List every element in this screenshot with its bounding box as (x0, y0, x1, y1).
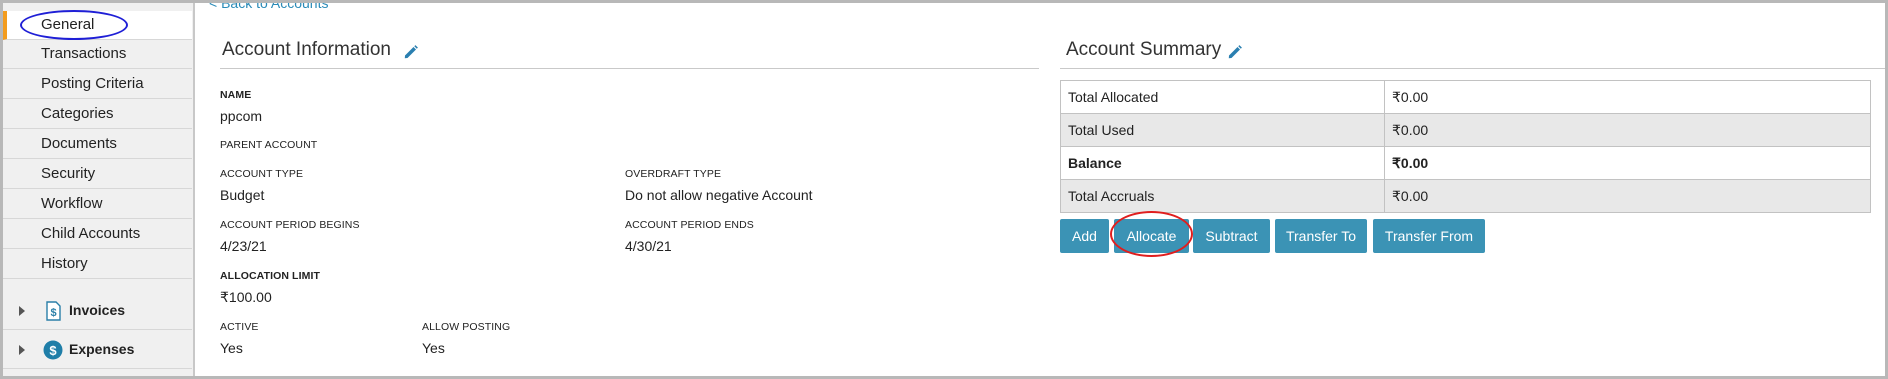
summary-value: ₹0.00 (1384, 113, 1871, 147)
sidebar-item-transactions[interactable]: Transactions (3, 40, 192, 69)
sidebar-item-label: History (41, 255, 88, 272)
summary-value: ₹0.00 (1384, 146, 1871, 180)
table-row: Balance ₹0.00 (1060, 146, 1871, 180)
period-begins-label: ACCOUNT PERIOD BEGINS (220, 219, 360, 231)
name-value: ppcom (220, 108, 263, 124)
parent-account-label: PARENT ACCOUNT (220, 139, 318, 151)
allocation-limit-value: ₹100.00 (220, 289, 272, 305)
transfer-from-button[interactable]: Transfer From (1373, 219, 1485, 253)
edit-pencil-icon[interactable] (1227, 44, 1243, 60)
table-row: Total Accruals ₹0.00 (1060, 179, 1871, 213)
allow-posting-label: ALLOW POSTING (422, 321, 511, 333)
expand-triangle-icon[interactable] (19, 306, 25, 316)
annotation-ellipse-blue (20, 10, 128, 40)
invoice-icon: $ (46, 301, 61, 321)
sidebar-item-label: Child Accounts (41, 225, 141, 242)
edit-pencil-icon[interactable] (403, 44, 419, 60)
sidebar-item-history[interactable]: History (3, 250, 192, 279)
annotation-ellipse-red (1110, 211, 1193, 257)
sidebar-section-label: Invoices (69, 302, 126, 318)
table-row: Total Used ₹0.00 (1060, 113, 1871, 147)
allocation-limit-label: ALLOCATION LIMIT (220, 270, 320, 282)
account-type-value: Budget (220, 187, 265, 203)
sidebar-item-label: Posting Criteria (41, 75, 144, 92)
sidebar-item-label: Documents (41, 135, 117, 152)
period-ends-value: 4/30/21 (625, 238, 672, 254)
subtract-button[interactable]: Subtract (1193, 219, 1270, 253)
summary-label: Total Used (1060, 113, 1385, 147)
summary-label: Total Allocated (1060, 80, 1385, 114)
svg-text:$: $ (49, 343, 57, 358)
account-type-label: ACCOUNT TYPE (220, 168, 304, 180)
sidebar-item-posting-criteria[interactable]: Posting Criteria (3, 70, 192, 99)
dollar-icon: $ (43, 340, 63, 360)
sidebar-item-child-accounts[interactable]: Child Accounts (3, 220, 192, 249)
sidebar-section-label: Expenses (69, 341, 135, 357)
account-summary-table: Total Allocated ₹0.00 Total Used ₹0.00 B… (1060, 80, 1871, 213)
sidebar: General Transactions Posting Criteria Ca… (3, 3, 195, 376)
sidebar-item-categories[interactable]: Categories (3, 100, 192, 129)
sidebar-item-label: Workflow (41, 195, 103, 212)
sidebar-section-expenses[interactable]: $ Expenses (3, 331, 192, 369)
summary-label: Total Accruals (1060, 179, 1385, 213)
account-information-title: Account Information (222, 39, 391, 60)
active-label: ACTIVE (220, 321, 259, 333)
app-frame: General Transactions Posting Criteria Ca… (0, 0, 1888, 379)
allow-posting-value: Yes (422, 340, 445, 356)
summary-value: ₹0.00 (1384, 179, 1871, 213)
sidebar-item-label: Transactions (41, 45, 127, 62)
section-divider (1060, 68, 1885, 69)
expand-triangle-icon[interactable] (19, 345, 25, 355)
sidebar-item-label: Categories (41, 105, 114, 122)
sidebar-item-documents[interactable]: Documents (3, 130, 192, 159)
overdraft-type-value: Do not allow negative Account (625, 187, 813, 203)
sidebar-item-security[interactable]: Security (3, 160, 192, 189)
name-label: NAME (220, 89, 252, 101)
back-to-accounts-link[interactable]: < Back to Accounts (209, 3, 328, 11)
sidebar-item-workflow[interactable]: Workflow (3, 190, 192, 219)
overdraft-type-label: OVERDRAFT TYPE (625, 168, 722, 180)
section-divider (220, 68, 1039, 69)
add-button[interactable]: Add (1060, 219, 1109, 253)
svg-text:$: $ (50, 307, 56, 319)
period-ends-label: ACCOUNT PERIOD ENDS (625, 219, 754, 231)
transfer-to-button[interactable]: Transfer To (1275, 219, 1367, 253)
sidebar-section-invoices[interactable]: $ Invoices (3, 292, 192, 330)
active-value: Yes (220, 340, 243, 356)
sidebar-item-label: Security (41, 165, 96, 182)
table-row: Total Allocated ₹0.00 (1060, 80, 1871, 114)
summary-value: ₹0.00 (1384, 80, 1871, 114)
summary-label: Balance (1060, 146, 1385, 180)
account-summary-title: Account Summary (1066, 39, 1222, 60)
period-begins-value: 4/23/21 (220, 238, 267, 254)
